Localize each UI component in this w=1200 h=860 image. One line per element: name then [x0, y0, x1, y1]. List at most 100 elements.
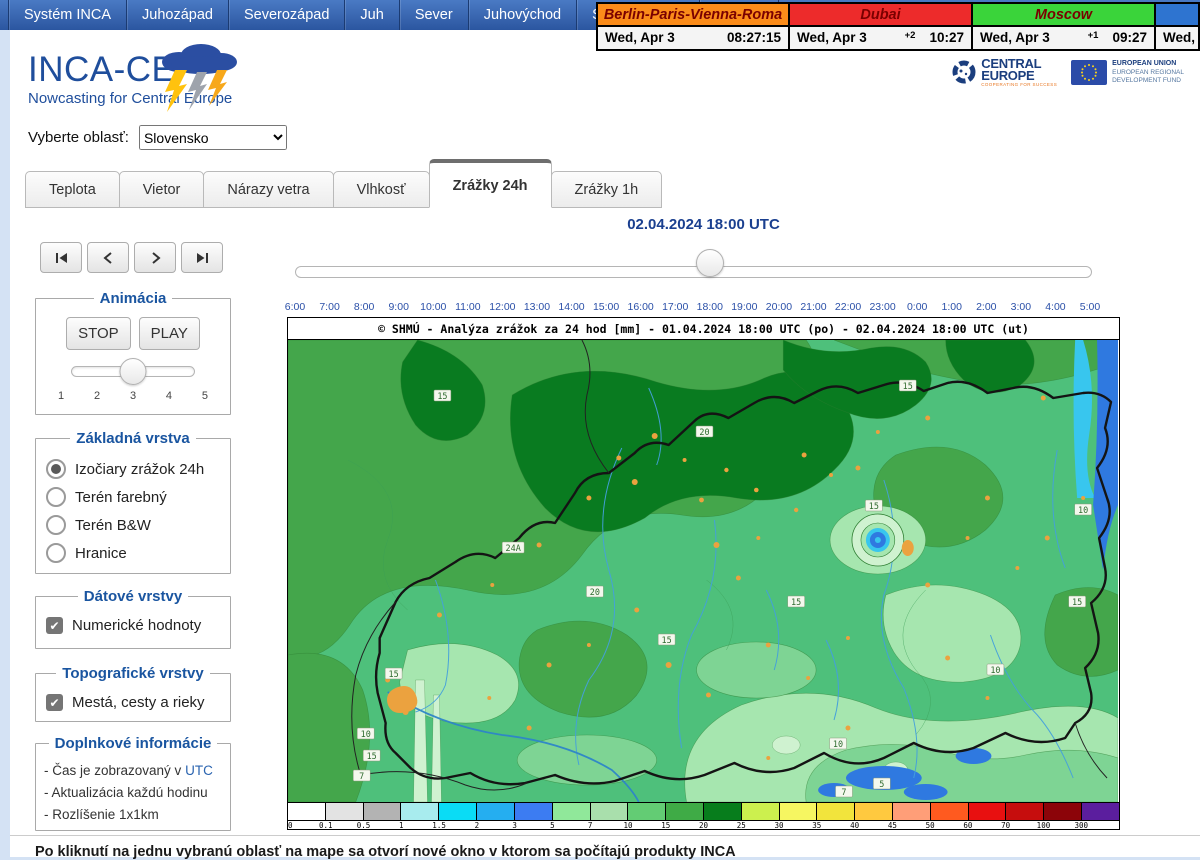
colorbar-label: 5	[550, 821, 555, 830]
checkbox[interactable]: ✔	[46, 617, 63, 634]
info-panel: Doplnkové informácie - Čas je zobrazovan…	[35, 735, 231, 831]
layer-checkbox-option[interactable]: ✔Numerické hodnoty	[46, 617, 222, 634]
base-layer-panel: Základná vrstva Izočiary zrážok 24h Terén…	[35, 430, 231, 574]
time-slider-handle[interactable]	[696, 249, 724, 277]
radio-button[interactable]	[46, 487, 66, 507]
time-tick: 4:00	[1045, 301, 1065, 313]
data-layers-panel: Dátové vrstvy ✔Numerické hodnoty	[35, 588, 231, 649]
colorbar-label: 25	[737, 821, 746, 830]
nav-item-severozápad[interactable]: Severozápad	[229, 0, 345, 30]
colorbar-swatch	[969, 803, 1007, 820]
animation-panel: Animácia STOP PLAY 12345	[35, 290, 231, 415]
svg-text:5: 5	[879, 779, 884, 789]
region-select[interactable]: Slovensko	[139, 125, 287, 150]
workspace: Animácia STOP PLAY 12345 Základná vrstva…	[10, 202, 1200, 835]
base-layer-option[interactable]: Hranice	[46, 543, 222, 563]
time-tick: 3:00	[1011, 301, 1031, 313]
speed-label: 5	[202, 390, 208, 402]
previous-frame-button[interactable]	[87, 242, 129, 273]
data-layers-legend: Dátové vrstvy	[78, 588, 188, 605]
colorbar-label: 0	[288, 821, 293, 830]
time-tick: 13:00	[524, 301, 550, 313]
speed-slider[interactable]	[71, 358, 195, 384]
nav-item-sever[interactable]: Sever	[400, 0, 469, 30]
colorbar-label: 35	[812, 821, 821, 830]
stop-button[interactable]: STOP	[66, 317, 131, 350]
time-tick: 5:00	[1080, 301, 1100, 313]
svg-text:7: 7	[841, 787, 846, 797]
nav-item-juh[interactable]: Juh	[345, 0, 399, 30]
radio-button[interactable]	[46, 515, 66, 535]
colorbar-label: 70	[1001, 821, 1010, 830]
time-tick: 7:00	[319, 301, 339, 313]
precipitation-map[interactable]: © SHMÚ - Analýza zrážok za 24 hod [mm] -…	[287, 317, 1120, 830]
time-tick: 9:00	[388, 301, 408, 313]
clock-city-name	[1156, 4, 1198, 25]
clock-city-name: Dubai	[790, 4, 971, 25]
time-tick: 22:00	[835, 301, 861, 313]
colorbar-label: 300	[1074, 821, 1088, 830]
play-button[interactable]: PLAY	[139, 317, 200, 350]
colorbar-swatch	[553, 803, 591, 820]
svg-text:15: 15	[903, 381, 913, 391]
base-layer-option[interactable]: Terén B&W	[46, 515, 222, 535]
radio-button[interactable]	[46, 543, 66, 563]
colorbar-label: 15	[661, 821, 670, 830]
precip-colorbar	[288, 802, 1119, 820]
utc-link[interactable]: UTC	[185, 763, 213, 778]
time-tick: 1:00	[942, 301, 962, 313]
colorbar-swatch	[1082, 803, 1119, 820]
animation-legend: Animácia	[94, 290, 173, 307]
page-content: INCA-CE Nowcasting for Central Europe CE…	[10, 30, 1200, 857]
central-europe-swirl-icon	[951, 59, 977, 85]
colorbar-swatch	[515, 803, 553, 820]
time-tick: 10:00	[420, 301, 446, 313]
svg-text:7: 7	[359, 771, 364, 781]
layer-checkbox-option[interactable]: ✔Mestá, cesty a rieky	[46, 694, 222, 711]
radio-button[interactable]	[46, 459, 66, 479]
svg-text:24A: 24A	[506, 543, 521, 553]
colorbar-swatch	[666, 803, 704, 820]
time-tick: 21:00	[800, 301, 826, 313]
speed-slider-handle[interactable]	[120, 358, 147, 385]
nav-item-systém-inca[interactable]: Systém INCA	[8, 0, 127, 30]
time-tick: 12:00	[489, 301, 515, 313]
ce-tagline: COOPERATING FOR SUCCESS	[981, 83, 1057, 87]
colorbar-label: 40	[850, 821, 859, 830]
colorbar-swatch	[288, 803, 326, 820]
svg-text:15: 15	[437, 391, 447, 401]
precipitation-map-graphic: 1520151015152024A15151010757101515	[288, 340, 1118, 802]
time-slider-track[interactable]	[295, 266, 1092, 278]
tab-zrážky-24h[interactable]: Zrážky 24h	[429, 159, 552, 208]
topo-layers-legend: Topografické vrstvy	[56, 665, 209, 682]
next-frame-button[interactable]	[134, 242, 176, 273]
clock-city-time: Wed, Apr 308:27:15	[598, 27, 788, 49]
colorbar-label: 7	[588, 821, 593, 830]
colorbar-label: 1.5	[432, 821, 446, 830]
base-layer-option[interactable]: Izočiary zrážok 24h	[46, 459, 222, 479]
clock-city-name: Berlin-Paris-Vienna-Roma	[598, 4, 788, 25]
region-selector: Vyberte oblasť: Slovensko	[28, 125, 287, 150]
nav-item-juhovýchod[interactable]: Juhovýchod	[469, 0, 577, 30]
colorbar-swatch	[704, 803, 742, 820]
base-layer-legend: Základná vrstva	[70, 430, 195, 447]
info-line-utc: - Čas je zobrazovaný v UTC	[44, 763, 222, 778]
time-tick: 11:00	[455, 301, 481, 313]
footer-hint: Po kliknutí na jednu vybranú oblasť na m…	[10, 835, 1200, 860]
colorbar-swatch	[1044, 803, 1082, 820]
first-frame-button[interactable]	[40, 242, 82, 273]
time-slider[interactable]	[287, 257, 1120, 287]
checkbox[interactable]: ✔	[46, 694, 63, 711]
base-layer-option[interactable]: Terén farebný	[46, 487, 222, 507]
time-tick: 19:00	[731, 301, 757, 313]
last-frame-button[interactable]	[181, 242, 223, 273]
svg-text:10: 10	[361, 729, 371, 739]
speed-label: 1	[58, 390, 64, 402]
colorbar-label: 0.1	[319, 821, 333, 830]
colorbar-label: 1	[399, 821, 404, 830]
time-tick: 16:00	[628, 301, 654, 313]
time-slider-block: 02.04.2024 18:00 UTC 6:007:008:009:0010:…	[287, 202, 1120, 315]
eu-line1: EUROPEAN UNION	[1112, 60, 1176, 67]
time-ticks: 6:007:008:009:0010:0011:0012:0013:0014:0…	[295, 301, 1090, 315]
nav-item-juhozápad[interactable]: Juhozápad	[127, 0, 229, 30]
